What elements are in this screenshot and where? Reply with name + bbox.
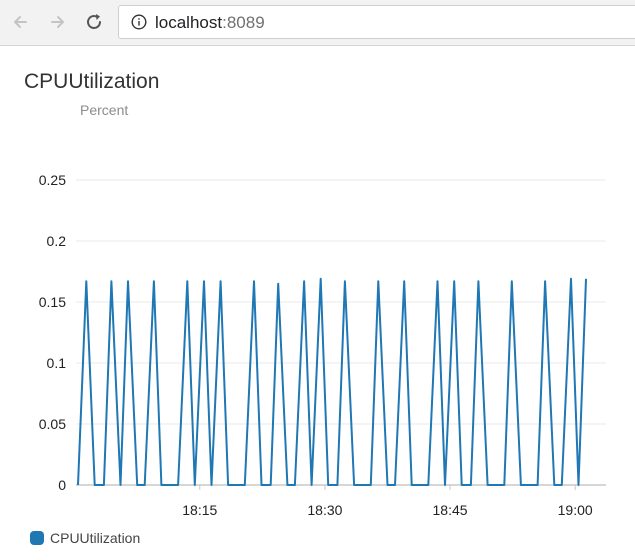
forward-button[interactable] [46,10,70,34]
back-button[interactable] [8,10,32,34]
y-tick-label: 0.25 [39,172,66,188]
back-arrow-icon [14,16,27,28]
series-line-cpuutilization [77,277,587,486]
x-tick-label: 18:30 [307,502,342,518]
line-chart: 0 0.05 0.1 0.15 0.2 0.25 18:15 18:30 18:45 19:00 [39,172,606,518]
y-tick-label: 0.05 [39,416,66,432]
y-tick-label: 0.2 [47,233,67,249]
url-text: localhost:8089 [155,13,265,33]
x-tick-label: 18:15 [182,502,217,518]
address-bar[interactable]: localhost:8089 [118,5,635,39]
forward-arrow-icon [51,16,64,28]
info-icon[interactable] [131,14,147,30]
y-tick-label: 0 [58,477,66,493]
reload-icon [87,14,101,29]
reload-button[interactable] [82,10,106,34]
url-host: localhost [155,13,223,32]
browser-toolbar: localhost:8089 [0,0,635,46]
chart-legend[interactable]: CPUUtilization [30,530,140,546]
y-tick-label: 0.15 [39,294,66,310]
legend-label: CPUUtilization [50,530,141,546]
x-tick-label: 19:00 [558,502,593,518]
url-port: :8089 [222,13,265,32]
legend-swatch [30,531,44,545]
y-tick-label: 0.1 [47,355,67,371]
x-tick-label: 18:45 [433,502,468,518]
chart-panel: CPUUtilization Percent 0 0.05 0.1 0.15 0.2 0.… [0,46,635,560]
